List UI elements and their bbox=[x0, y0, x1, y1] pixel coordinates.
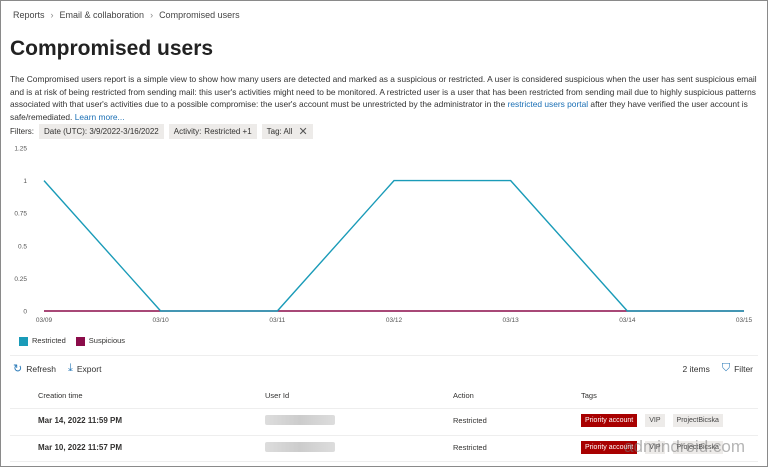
filter-activity-key: Activity: bbox=[173, 127, 202, 136]
download-icon: ⤓ bbox=[67, 362, 73, 374]
col-creation-time[interactable]: Creation time bbox=[38, 391, 83, 400]
cell-action: Restricted bbox=[453, 443, 487, 452]
x-tick-label: 03/12 bbox=[386, 317, 403, 324]
chevron-right-icon: › bbox=[150, 10, 154, 20]
chevron-right-icon: › bbox=[50, 10, 54, 20]
page-title: Compromised users bbox=[10, 37, 214, 60]
tag-project: ProjectBicska bbox=[672, 414, 723, 427]
filter-tag-label: Tag: All bbox=[266, 127, 293, 136]
cell-action: Restricted bbox=[453, 416, 487, 425]
tag-priority: Priority account bbox=[581, 414, 638, 427]
legend-item-restricted[interactable]: Restricted bbox=[19, 336, 66, 346]
filters-label: Filters: bbox=[10, 127, 34, 136]
breadcrumb-email[interactable]: Email & collaboration bbox=[60, 10, 145, 20]
refresh-icon: ↻ bbox=[13, 363, 23, 375]
filter-activity[interactable]: Activity: Restricted +1 bbox=[168, 124, 257, 139]
breadcrumb: Reports › Email & collaboration › Compromi… bbox=[13, 10, 240, 20]
legend-label: Restricted bbox=[32, 336, 66, 345]
y-tick-label: 0 bbox=[23, 309, 27, 316]
close-icon[interactable]: ✕ bbox=[298, 125, 307, 138]
y-tick-label: 1.25 bbox=[14, 146, 27, 153]
y-tick-label: 1 bbox=[23, 178, 27, 185]
col-tags[interactable]: Tags bbox=[581, 391, 597, 400]
x-tick-label: 03/14 bbox=[619, 317, 636, 324]
breadcrumb-reports[interactable]: Reports bbox=[13, 10, 45, 20]
description: The Compromised users report is a simple… bbox=[10, 73, 758, 123]
divider bbox=[10, 355, 758, 356]
cell-creation-time: Mar 14, 2022 11:59 PM bbox=[38, 416, 123, 425]
legend-label: Suspicious bbox=[88, 336, 126, 345]
item-count: 2 items bbox=[682, 363, 710, 374]
divider bbox=[10, 461, 758, 462]
x-tick-label: 03/13 bbox=[503, 317, 520, 324]
cell-tags: Priority account VIP ProjectBicska bbox=[581, 414, 731, 427]
x-tick-label: 03/09 bbox=[36, 317, 53, 324]
legend-item-suspicious[interactable]: Suspicious bbox=[75, 336, 126, 346]
divider bbox=[10, 435, 758, 436]
col-user-id[interactable]: User Id bbox=[265, 391, 289, 400]
line-chart: 0 0.25 0.5 0.75 1 1.25 03/09 03/10 03/11 03/12 03/… bbox=[14, 146, 753, 325]
series-line-restricted bbox=[43, 179, 744, 312]
filter-label: Filter bbox=[734, 363, 753, 374]
y-tick-label: 0.25 bbox=[14, 276, 27, 283]
filter-date[interactable]: Date (UTC): 3/9/2022-3/16/2022 bbox=[39, 124, 164, 139]
export-label: Export bbox=[76, 363, 102, 374]
filter-button[interactable]: ⛉ Filter bbox=[722, 362, 753, 375]
user-id-redacted bbox=[265, 415, 335, 425]
filter-activity-value: Restricted +1 bbox=[204, 127, 252, 136]
filter-icon: ⛉ bbox=[721, 362, 731, 374]
restricted-users-portal-link[interactable]: restricted users portal bbox=[508, 99, 589, 109]
cell-creation-time: Mar 10, 2022 11:57 PM bbox=[38, 443, 123, 452]
x-tick-label: 03/15 bbox=[736, 317, 753, 324]
y-tick-label: 0.5 bbox=[18, 243, 27, 250]
tag-vip: VIP bbox=[645, 414, 665, 427]
user-id-redacted bbox=[265, 442, 335, 452]
col-action[interactable]: Action bbox=[453, 391, 474, 400]
toolbar: ↻ Refresh ⤓ Export 2 items ⛉ Filter bbox=[13, 362, 753, 375]
chart-legend: Restricted Suspicious bbox=[19, 336, 125, 346]
refresh-label: Refresh bbox=[26, 363, 56, 374]
export-button[interactable]: ⤓ Export bbox=[68, 362, 101, 375]
refresh-button[interactable]: ↻ Refresh bbox=[13, 362, 56, 375]
learn-more-link[interactable]: Learn more... bbox=[75, 112, 125, 122]
y-tick-label: 0.75 bbox=[14, 211, 27, 218]
filter-tag[interactable]: Tag: All ✕ bbox=[261, 124, 313, 139]
watermark: admindroid.com bbox=[624, 437, 745, 456]
breadcrumb-current: Compromised users bbox=[159, 10, 240, 20]
filters-bar: Filters: Date (UTC): 3/9/2022-3/16/2022 … bbox=[10, 124, 313, 139]
divider bbox=[10, 408, 758, 409]
x-tick-label: 03/11 bbox=[269, 317, 285, 324]
x-tick-label: 03/10 bbox=[153, 317, 170, 324]
